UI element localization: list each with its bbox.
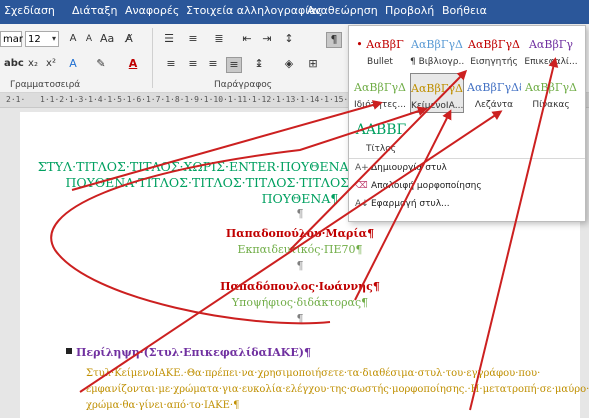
style-bibliography[interactable]: ΑαΒβΓγΔ ¶ Βιβλιογρ... [410,30,464,70]
menu-bar: Σχεδίαση Διάταξη Αναφορές Στοιχεία αλληλ… [0,0,589,24]
bullets-icon[interactable]: ☰ [162,32,176,46]
font-color-icon[interactable]: A [126,57,140,71]
multilevel-list-icon[interactable]: ≣ [212,32,226,46]
style-bullet[interactable]: • ΑαΒβΓ Bullet [353,30,407,70]
menu-review[interactable]: Αναθεώρηση [307,4,378,17]
create-style-command[interactable]: A+ Δημιουργία στυλ [355,163,447,179]
borders-icon[interactable]: ⊞ [306,57,320,71]
styles-gallery: • ΑαΒβΓ Bullet ΑαΒβΓγΔ ¶ Βιβλιογρ... ΑαΒ… [348,25,586,222]
clear-formatting-command[interactable]: ⌫ Απαλοιφή μορφοποίησης [355,181,482,197]
menu-mailings[interactable]: Στοιχεία αλληλογραφίας [186,4,323,17]
style-sample: ΑαΒβΓγΔ [468,38,520,51]
style-table[interactable]: ΑαΒβΓγΔ Πίνακας [524,73,578,113]
command-label: Απαλοιφή μορφοποίησης [371,181,482,191]
align-right-icon[interactable]: ≡ [206,57,220,71]
style-sample: ΑαΒβΓγ [528,38,574,51]
author2-name: Παπαδόπουλος·Ιωάννης¶ [220,280,380,293]
style-caption[interactable]: ΑαΒβΓγΔδΕ Λεζάντα [467,73,521,113]
style-sample: • ΑαΒβΓ [356,38,404,51]
strikethrough-icon[interactable]: abc [4,57,24,71]
change-case-icon[interactable]: Aa [100,32,114,46]
line-spacing-icon[interactable]: ↨ [252,57,266,71]
justify-icon[interactable]: ≡ [226,57,242,73]
increase-indent-icon[interactable]: ⇥ [260,32,274,46]
show-marks-icon[interactable]: ¶ [326,32,342,48]
highlight-icon[interactable]: ✎ [94,57,108,71]
style-body-text[interactable]: ΑαΒβΓγΔ ΚείμενοΙΑ... [410,73,464,113]
group-font-label: Γραμματοσειρά [10,80,81,90]
superscript-icon[interactable]: x² [44,57,58,71]
style-name: Πίνακας [532,100,570,110]
author2-role: Υποψήφιος·διδάκτορας¶ [231,296,369,309]
empty-paragraph-mark: ¶ [296,259,304,272]
style-name: ΚείμενοΙΑ... [411,101,463,111]
style-name: Τίτλος [365,144,397,154]
shrink-font-icon[interactable]: A [82,32,96,46]
paragraph-marker-icon [66,348,72,354]
subscript-icon[interactable]: x₂ [26,57,40,71]
style-name: Bullet [367,57,393,67]
style-speaker[interactable]: ΑαΒβΓγΔ Εισηγητής [467,30,521,70]
command-label: Δημιουργία στυλ [371,163,447,173]
clear-format-icon[interactable]: A̸ [122,32,136,46]
body-line-1: Στυλ·ΚείμενοΙΑΚΕ.·Θα·πρέπει·να·χρησιμοπο… [86,368,541,379]
numbering-icon[interactable]: ≡ [186,32,200,46]
menu-design[interactable]: Σχεδίαση [4,4,55,17]
chevron-down-icon[interactable]: ▾ [47,32,61,46]
new-style-icon: A+ [355,163,369,173]
style-name: ¶ Βιβλιογρ... [410,57,464,67]
style-sample: ΑαΒβΓγΔ [411,38,463,51]
style-sample: ΑαΒβΓγΔ [354,81,406,94]
align-center-icon[interactable]: ≡ [186,57,200,71]
align-left-icon[interactable]: ≡ [164,57,178,71]
font-name-combo[interactable]: mar [0,31,23,47]
style-sample: ΑαΒβΓγΔ [525,81,577,94]
command-label: Εφαρμογή στυλ... [371,199,450,209]
gallery-divider [349,158,585,159]
body-line-2: εμφανίζονται·με·χρώματα·για·ευκολία·ελέγ… [86,384,589,395]
style-heading[interactable]: ΑαΒβΓγ Επικεφαλί... [524,30,578,70]
grow-font-icon[interactable]: A [66,32,80,46]
style-title[interactable]: ΑΑΒΒΓ Τίτλος [353,116,409,156]
apply-styles-command[interactable]: A↓ Εφαρμογή στυλ... [355,199,450,215]
empty-paragraph-mark: ¶ [296,312,304,325]
shading-icon[interactable]: ◈ [282,57,296,71]
menu-view[interactable]: Προβολή [385,4,434,17]
apply-styles-icon: A↓ [355,199,369,209]
menu-layout[interactable]: Διάταξη [72,4,117,17]
eraser-icon: ⌫ [355,181,368,191]
menu-references[interactable]: Αναφορές [125,4,179,17]
sort-icon[interactable]: ↕ [282,32,296,46]
decrease-indent-icon[interactable]: ⇤ [240,32,254,46]
body-line-3: χρώμα·θα·γίνει·από·το·ΙΑΚΕ·¶ [86,400,240,411]
style-properties[interactable]: ΑαΒβΓγΔ Ιδιότητες... [353,73,407,113]
ribbon-divider [152,28,153,88]
style-name: Ιδιότητες... [354,100,406,110]
style-name: Λεζάντα [474,100,514,110]
group-paragraph-label: Παράγραφος [214,80,273,90]
menu-help[interactable]: Βοήθεια [442,4,487,17]
author1-role: Εκπαιδευτικός·ΠΕ70¶ [237,243,363,256]
text-effects-icon[interactable]: A [66,57,80,71]
style-sample: ΑαΒβΓγΔ [411,82,463,95]
style-name: Επικεφαλί... [524,57,578,67]
style-sample: ΑαΒβΓγΔδΕ [467,81,521,94]
style-sample: ΑΑΒΒΓ [355,122,407,138]
author1-name: Παπαδοπούλου·Μαρία¶ [225,227,375,240]
style-name: Εισηγητής [470,57,518,67]
abstract-heading: Περίληψη·(Στυλ·ΕπικεφαλίδαΙΑΚΕ)¶ [76,346,311,359]
